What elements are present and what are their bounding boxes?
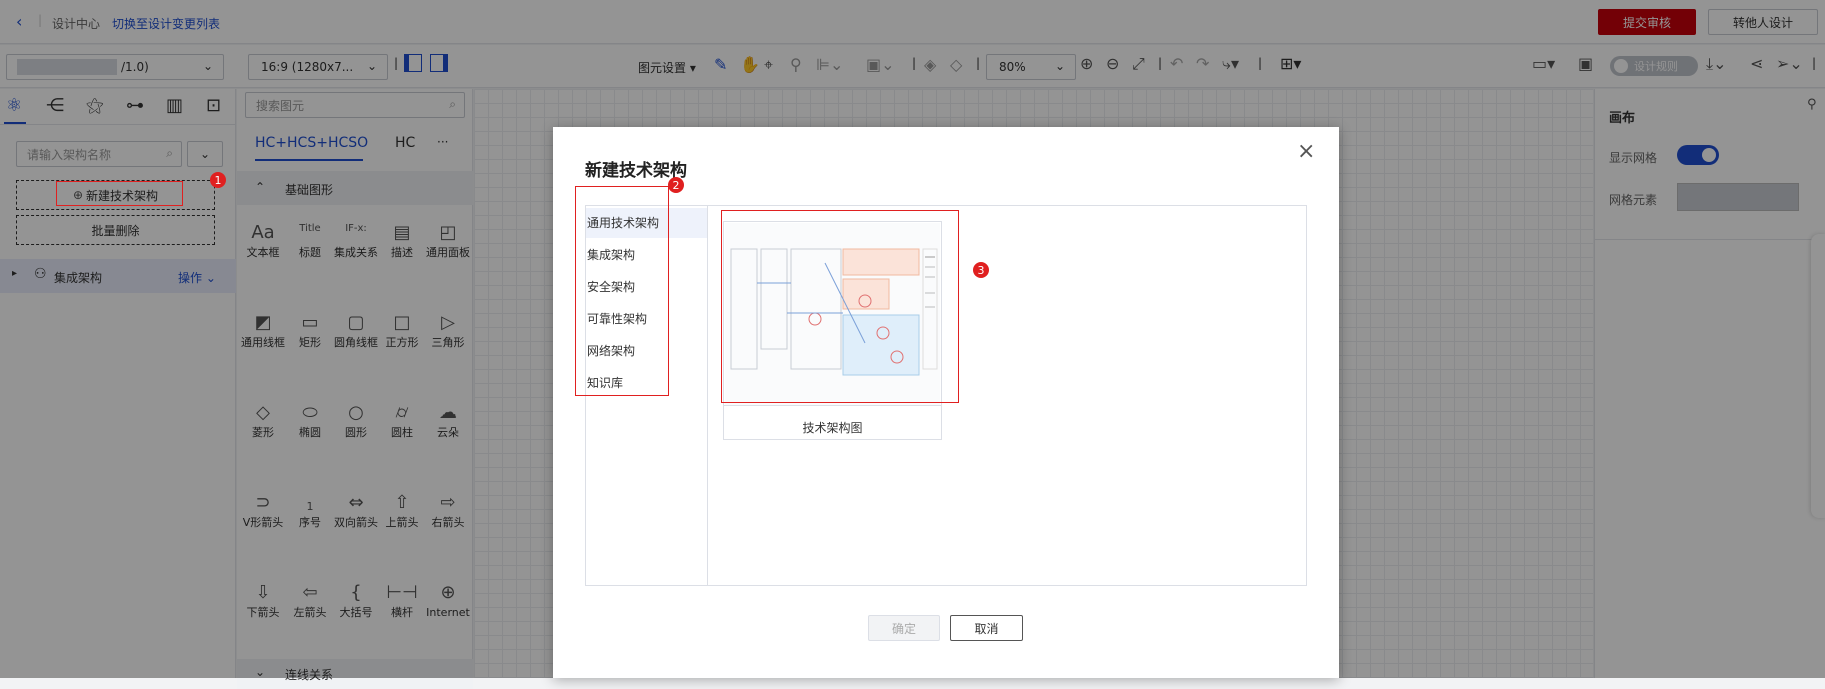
cancel-button[interactable]: 取消 <box>950 615 1023 641</box>
new-architecture-dialog: 新建技术架构 × 通用技术架构集成架构安全架构可靠性架构网络架构知识库 <box>553 127 1339 678</box>
annotation-box-2 <box>575 186 669 396</box>
annotation-box-1 <box>56 181 183 206</box>
annotation-badge-3: 3 <box>973 262 989 278</box>
annotation-box-3 <box>721 210 959 403</box>
annotation-badge-1: 1 <box>210 172 226 188</box>
template-name: 技术架构图 <box>802 421 863 435</box>
confirm-button[interactable]: 确定 <box>868 615 940 641</box>
template-divider <box>724 405 941 406</box>
close-icon[interactable]: × <box>1297 139 1315 164</box>
annotation-badge-2: 2 <box>668 177 684 193</box>
